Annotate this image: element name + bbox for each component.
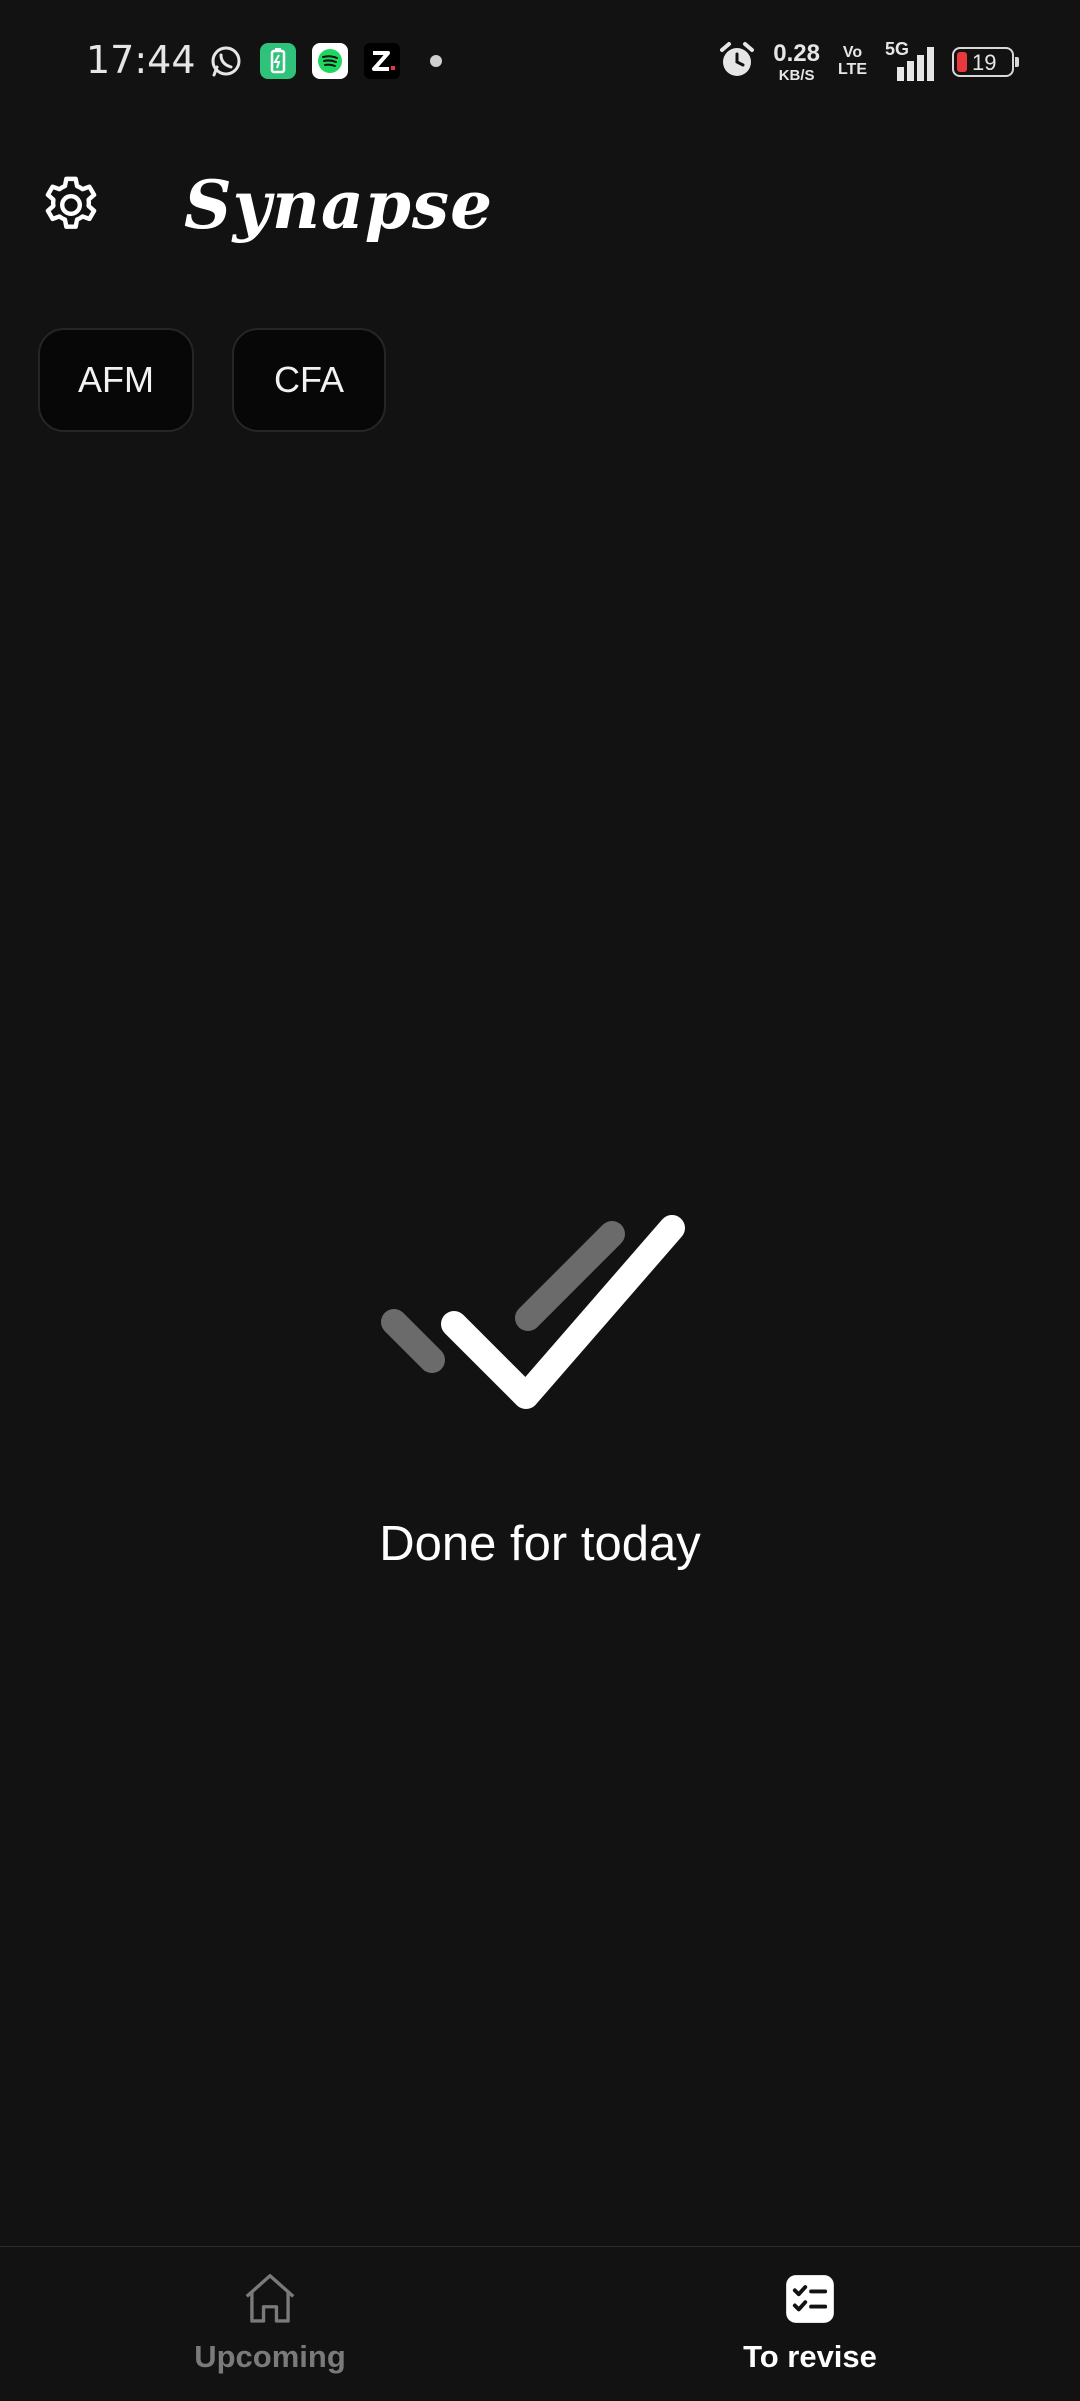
deck-chips: AFM CFA [38,328,386,432]
network-speed-unit: KB/S [778,66,815,84]
gear-icon [38,172,104,243]
nav-upcoming-label: Upcoming [194,2339,346,2374]
volte-bottom: LTE [837,61,867,78]
nav-upcoming[interactable]: Upcoming [0,2247,540,2401]
empty-state-message: Done for today [379,1517,701,1571]
system-icons: 0.28 KB/S Vo LTE 5G 19 [719,38,1019,86]
nav-to-revise-label: To revise [743,2339,877,2374]
chip-afm[interactable]: AFM [38,328,194,432]
nav-to-revise[interactable]: To revise [540,2247,1080,2401]
signal-5g-icon: 5G [885,39,934,81]
more-dot-icon [430,55,442,67]
chip-cfa[interactable]: CFA [232,328,386,432]
bottom-navigation: Upcoming To revise [0,2246,1080,2401]
checklist-icon [778,2267,842,2331]
app-title: Synapse [184,166,494,244]
battery-fill [957,52,967,72]
spotify-icon [312,43,348,79]
battery-level: 19 [972,50,997,75]
settings-button[interactable] [36,172,106,242]
battery-icon: 19 [952,47,1019,77]
status-bar: 17:44 0.28 KB/S Vo LTE 5G 19 [0,0,1080,124]
network-speed-value: 0.28 [773,39,820,67]
double-check-icon [380,1206,700,1416]
network-speed: 0.28 KB/S [773,39,820,84]
whatsapp-icon [208,43,244,79]
network-type: 5G [885,39,910,59]
notification-icons [208,43,442,79]
battery-saver-icon [260,43,296,79]
alarm-icon [719,41,755,84]
home-icon [238,2267,302,2331]
status-time: 17:44 [86,38,196,82]
zomato-icon [364,43,400,79]
volte-indicator: Vo LTE [837,44,867,79]
volte-top: Vo [842,44,863,62]
